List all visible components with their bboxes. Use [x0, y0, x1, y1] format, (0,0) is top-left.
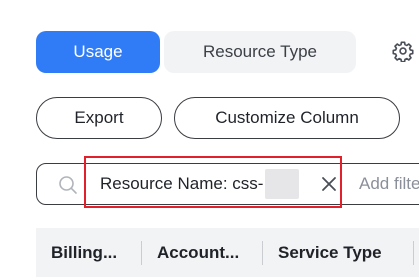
redacted-value: [265, 169, 300, 199]
search-filter-bar[interactable]: Resource Name: css-: [36, 163, 419, 205]
export-button[interactable]: Export: [36, 97, 162, 139]
filter-tag-resource-name: Resource Name: css-: [91, 167, 339, 201]
customize-column-button[interactable]: Customize Column: [174, 97, 400, 139]
close-icon[interactable]: [320, 175, 338, 193]
gear-icon[interactable]: [390, 38, 416, 64]
add-filter-input[interactable]: [359, 170, 419, 198]
column-header-billing[interactable]: Billing...: [36, 228, 141, 277]
filter-tag-label: Resource Name: css-: [100, 174, 264, 193]
search-icon: [58, 175, 78, 195]
table-header: Billing... Account... Service Type: [36, 228, 419, 277]
tab-resource-type[interactable]: Resource Type: [164, 31, 356, 73]
column-header-account[interactable]: Account...: [142, 228, 262, 277]
column-divider: [413, 240, 414, 265]
tab-usage[interactable]: Usage: [36, 31, 160, 73]
column-header-service-type[interactable]: Service Type: [263, 228, 413, 277]
view-switcher: Usage Resource Type: [36, 31, 356, 73]
page: Usage Resource Type Export Customize Col…: [0, 0, 419, 277]
